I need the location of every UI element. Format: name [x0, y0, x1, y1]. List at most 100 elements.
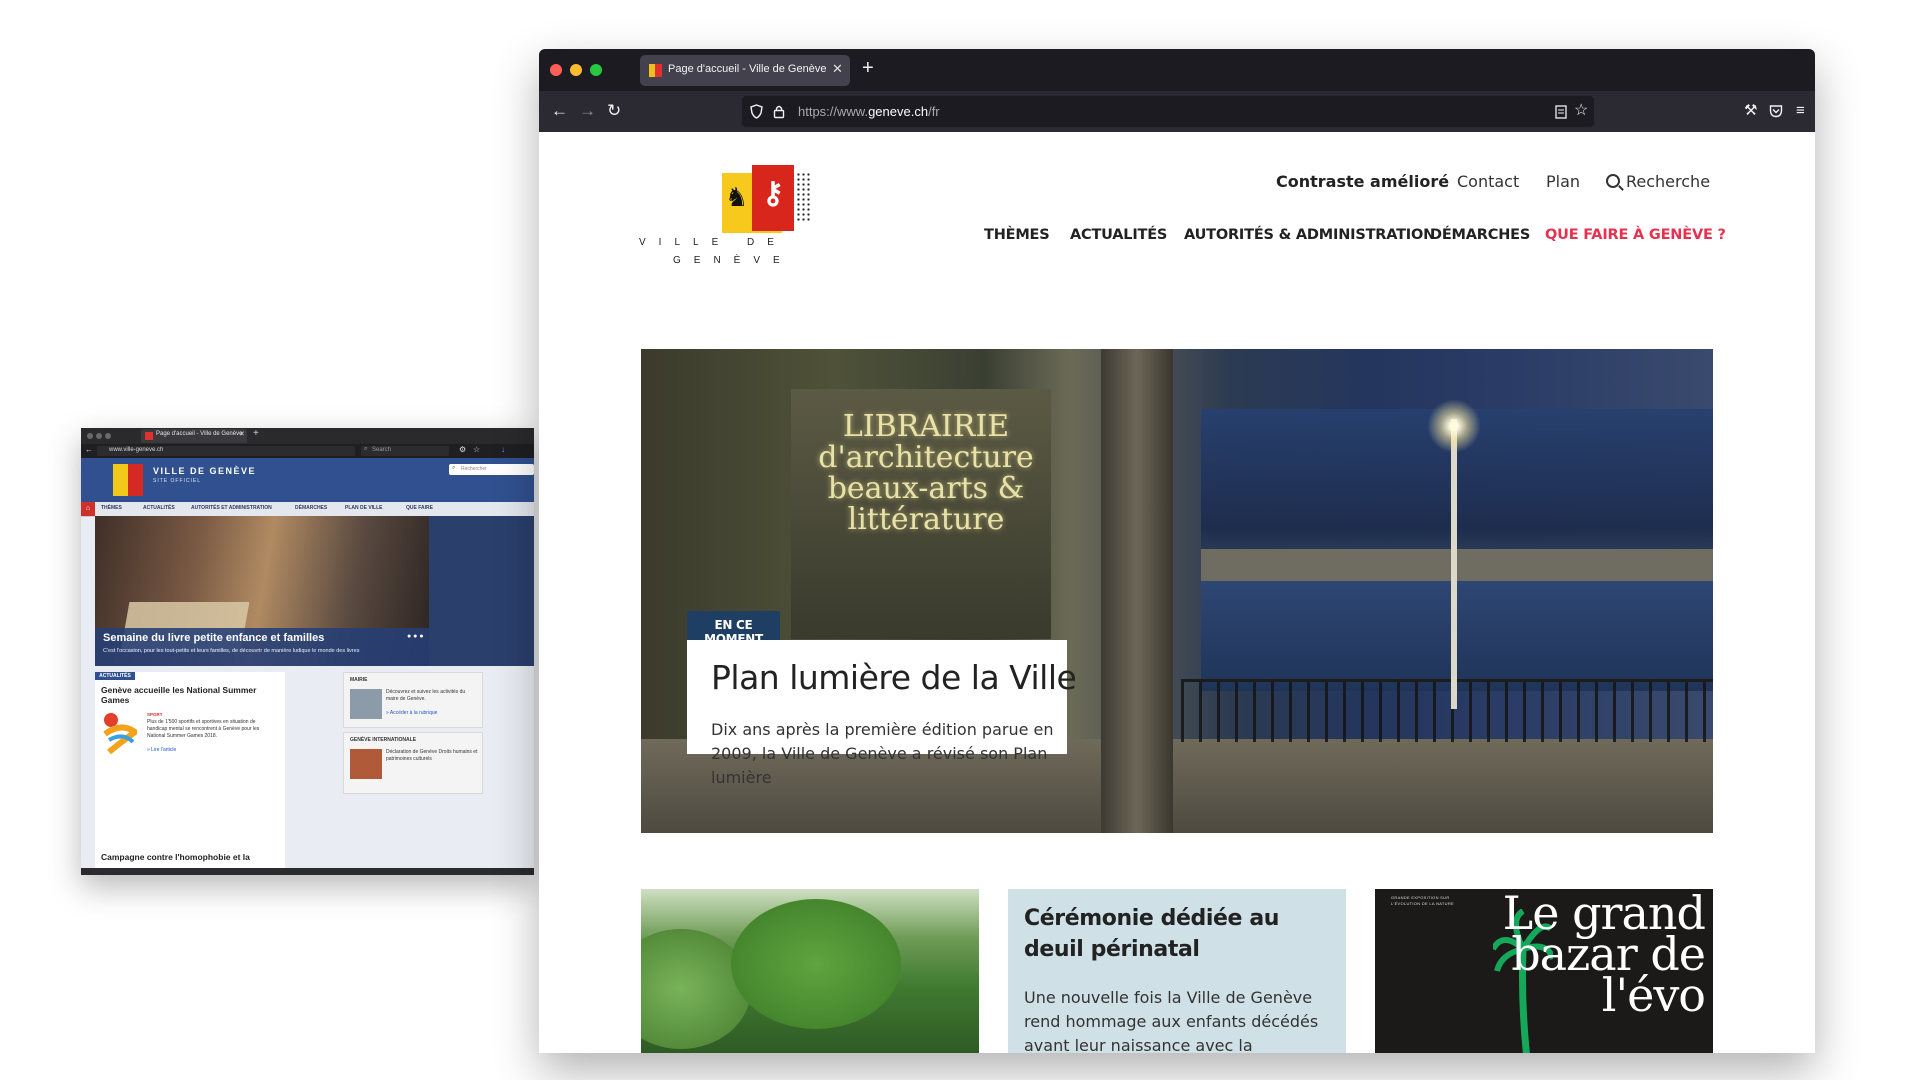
old-mairie-image — [350, 689, 382, 719]
hero-subtitle: Dix ans après la première édition parue … — [711, 720, 1054, 787]
minimize-window-button[interactable] — [570, 64, 582, 76]
minimize-window-button[interactable] — [96, 433, 102, 439]
old-menu-demarches[interactable]: DÉMARCHES — [295, 505, 327, 511]
browser-tab[interactable]: Page d'accueil - Ville de Genève ✕ — [640, 55, 850, 86]
old-menu-themes[interactable]: THÈMES — [101, 505, 122, 511]
old-hero-image[interactable]: Semaine du livre petite enfance et famil… — [95, 516, 429, 666]
nav-que-faire[interactable]: QUE FAIRE À GENÈVE ? — [1545, 227, 1726, 243]
old-news-badge: ACTUALITÉS — [95, 672, 135, 680]
old-menu-actualites[interactable]: ACTUALITÉS — [143, 505, 175, 511]
search-icon: ⌕ — [452, 465, 456, 471]
nav-demarches[interactable]: DÉMARCHES — [1430, 227, 1530, 243]
search-link-label: Recherche — [1626, 172, 1711, 191]
nav-autorites[interactable]: AUTORITÉS & ADMINISTRATION — [1184, 227, 1435, 243]
grand-bazar-card[interactable]: GRANDE EXPOSITION SUR L'ÉVOLUTION DE LA … — [1375, 889, 1713, 1053]
old-menu-plan[interactable]: PLAN DE VILLE — [345, 505, 383, 511]
favicon-icon — [145, 432, 153, 440]
logo-text-geneve: GENÈVE — [673, 255, 793, 266]
old-news1-title[interactable]: Genève accueille les National Summer Gam… — [101, 685, 281, 705]
pocket-icon[interactable] — [1769, 104, 1783, 118]
old-news1-link[interactable]: » Lire l'article — [147, 747, 176, 753]
close-tab-icon[interactable]: ✕ — [832, 61, 843, 77]
old-hero-title[interactable]: Semaine du livre petite enfance et famil… — [103, 632, 324, 644]
card2-text: Une nouvelle fois la Ville de Genève ren… — [1024, 988, 1319, 1053]
carousel-dots-icon[interactable]: ● ● ● — [407, 633, 424, 640]
reload-icon[interactable]: ↻ — [607, 100, 621, 122]
old-search-input[interactable]: ⌕ Search — [361, 446, 449, 456]
close-tab-icon[interactable]: ✕ — [239, 430, 245, 438]
old-site-title: VILLE DE GENÈVE — [153, 466, 257, 476]
shield-icon[interactable] — [750, 104, 763, 119]
ville-de-geneve-logo[interactable]: ♞ ⚷ VILLE DE GENÈVE — [639, 154, 819, 266]
back-arrow-icon[interactable]: ← — [85, 445, 93, 454]
old-hero-text: C'est l'occasion, pour les tout-petits e… — [103, 648, 360, 654]
search-icon: ⌕ — [364, 446, 368, 452]
logo-dot-pattern — [796, 172, 812, 222]
new-tab-button[interactable]: + — [862, 57, 874, 79]
url-path: /fr — [928, 104, 940, 119]
old-nav-bar: ← www.ville-geneve.ch ⌕ Search ⚙ ☆ ↓ — [81, 444, 534, 458]
favicon-part — [649, 64, 655, 77]
hero-banner[interactable]: LIBRAIRIE d'architecture beaux-arts & li… — [641, 349, 1713, 833]
hero-badge: EN CE MOMENT — [687, 611, 780, 646]
old-main-menu: ⌂ THÈMES ACTUALITÉS AUTORITÉS ET ADMINIS… — [81, 502, 534, 517]
card2-title[interactable]: Cérémonie dédiée au deuil périnatal — [1024, 903, 1334, 965]
old-hero-caption: Semaine du livre petite enfance et famil… — [95, 628, 429, 666]
plan-link[interactable]: Plan — [1546, 172, 1580, 191]
old-page-content: VILLE DE GENÈVE SITE OFFICIEL ⌕ Recherch… — [81, 458, 534, 868]
old-site-search-placeholder: Rechercher — [461, 466, 487, 472]
lock-icon[interactable] — [773, 104, 785, 119]
old-site-logo[interactable] — [113, 464, 143, 496]
old-menu-autorites[interactable]: AUTORITÉS ET ADMINISTRATION — [191, 505, 272, 511]
menu-icon[interactable]: ≡ — [1796, 100, 1805, 122]
old-browser-tab[interactable]: Page d'accueil - Ville de Genève ✕ — [141, 429, 247, 443]
old-gi-card[interactable]: GENÈVE INTERNATIONALE Déclaration de Gen… — [343, 732, 483, 794]
nav-actualites[interactable]: ACTUALITÉS — [1070, 227, 1167, 243]
forward-arrow-icon[interactable]: → — [579, 100, 596, 122]
hero-title[interactable]: Plan lumière de la Ville — [711, 658, 1077, 697]
key-icon — [128, 464, 143, 496]
download-icon[interactable]: ↓ — [501, 445, 505, 454]
home-icon[interactable]: ⌂ — [81, 502, 95, 516]
nav-themes[interactable]: THÈMES — [984, 227, 1050, 243]
park-card[interactable] — [641, 889, 979, 1053]
old-site-search-input[interactable]: ⌕ Rechercher — [449, 464, 534, 475]
old-tab-title: Page d'accueil - Ville de Genève — [156, 431, 243, 437]
wrench-icon[interactable]: ⚙ — [459, 445, 466, 454]
bookmark-star-icon[interactable]: ☆ — [1574, 100, 1588, 120]
back-arrow-icon[interactable]: ← — [551, 100, 568, 122]
old-tab-bar: Page d'accueil - Ville de Genève ✕ + — [81, 428, 534, 444]
old-mairie-label: MAIRIE — [350, 677, 368, 683]
river-image — [1201, 581, 1713, 691]
star-icon[interactable]: ☆ — [473, 445, 480, 454]
old-mairie-text: Découvrez et suivez les activités du mai… — [386, 689, 466, 702]
deuil-perinatal-card[interactable]: Cérémonie dédiée au deuil périnatal Une … — [1008, 889, 1346, 1053]
contact-link[interactable]: Contact — [1457, 172, 1519, 191]
close-window-button[interactable] — [550, 64, 562, 76]
old-side-panel — [429, 516, 534, 666]
old-news-column: ACTUALITÉS Genève accueille les National… — [95, 672, 285, 868]
old-mairie-card[interactable]: MAIRIE Découvrez et suivez les activités… — [343, 672, 483, 728]
old-site-subtitle: SITE OFFICIEL — [153, 478, 202, 484]
wrench-icon[interactable]: ⚒ — [1744, 100, 1757, 122]
old-news2-title[interactable]: Campagne contre l'homophobie et la — [101, 852, 281, 862]
url-bar[interactable]: https://www.geneve.ch/fr ☆ — [742, 96, 1594, 127]
old-url-bar[interactable]: www.ville-geneve.ch — [97, 446, 355, 456]
old-mairie-link[interactable]: » Accéder à la rubrique — [386, 710, 437, 716]
old-browser-window: Page d'accueil - Ville de Genève ✕ + ← w… — [81, 428, 534, 875]
maximize-window-button[interactable] — [590, 64, 602, 76]
logo-text-ville: VILLE DE — [639, 237, 787, 248]
lamp-light-image — [1427, 399, 1481, 453]
url-host: geneve.ch — [868, 104, 929, 119]
contrast-link[interactable]: Contraste amélioré — [1276, 172, 1449, 191]
new-tab-button[interactable]: + — [253, 428, 259, 439]
close-window-button[interactable] — [87, 433, 93, 439]
tree-image — [731, 899, 901, 1029]
maximize-window-button[interactable] — [105, 433, 111, 439]
reader-view-icon[interactable] — [1555, 105, 1567, 119]
search-link[interactable]: Recherche — [1606, 172, 1710, 191]
favicon-icon — [649, 64, 662, 77]
page-content: ♞ ⚷ VILLE DE GENÈVE Contraste amélioré C… — [539, 132, 1815, 1053]
hero-caption-card[interactable]: Plan lumière de la Ville Dix ans après l… — [687, 640, 1077, 787]
old-menu-que-faire[interactable]: QUE FAIRE — [406, 505, 433, 511]
